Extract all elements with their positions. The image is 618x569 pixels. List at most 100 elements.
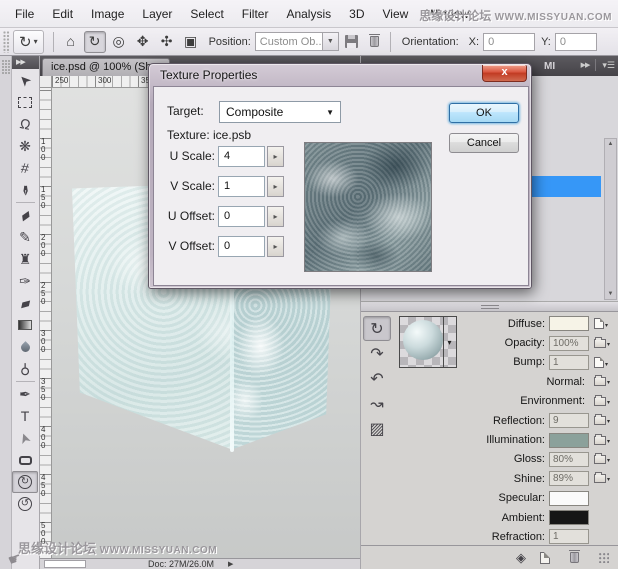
material-row: Opacity: 100% ▾ xyxy=(397,333,613,352)
rotate-3d-object-button[interactable]: ↻ xyxy=(83,30,106,53)
folder-icon[interactable] xyxy=(594,452,606,464)
roll-material-tool[interactable]: ↷ xyxy=(363,341,391,366)
menu-item-view[interactable]: View xyxy=(373,7,417,21)
uoffset-input[interactable]: 0 xyxy=(218,205,265,227)
brush-tool[interactable]: ✎ xyxy=(12,226,38,248)
blur-tool[interactable] xyxy=(12,336,38,358)
folder-icon[interactable] xyxy=(594,433,606,445)
tool-palette: ▶▶ ➤ Ω ❋ # ✒ ▰ ✎ ♜ ✑ ▰ ⚲ ✒ T ➤ ↻ ↺ xyxy=(12,56,40,569)
new-item-icon[interactable] xyxy=(540,551,550,564)
material-value-field[interactable]: 9 xyxy=(549,413,589,429)
uscale-input[interactable]: 4 xyxy=(218,145,265,167)
scroll-up-icon[interactable]: ▲ xyxy=(608,141,614,147)
menu-item-image[interactable]: Image xyxy=(82,7,133,21)
pan-3d-object-button[interactable]: ✥ xyxy=(132,31,154,53)
divider xyxy=(595,59,597,71)
position-dropdown[interactable]: Custom Ob... ▼ xyxy=(254,32,339,51)
options-bar-grip[interactable] xyxy=(3,30,10,53)
menu-item-select[interactable]: Select xyxy=(181,7,232,21)
folder-icon[interactable] xyxy=(594,336,606,348)
type-tool[interactable]: T xyxy=(12,405,38,427)
save-position-icon[interactable] xyxy=(344,35,358,48)
delete-icon[interactable] xyxy=(569,550,580,563)
folder-icon[interactable] xyxy=(594,414,606,426)
vscale-input[interactable]: 1 xyxy=(218,175,265,197)
y-input[interactable]: 0 xyxy=(554,32,597,51)
panel-divider[interactable] xyxy=(361,302,618,312)
texture-icon[interactable] xyxy=(594,356,604,368)
ok-button[interactable]: OK xyxy=(449,103,519,123)
toggle-3d-extras-icon[interactable]: ◈ xyxy=(516,550,526,566)
dodge-tool[interactable]: ⚲ xyxy=(12,358,38,380)
cancel-button[interactable]: Cancel xyxy=(449,133,519,153)
material-value-field[interactable]: 1 xyxy=(549,529,589,545)
folder-icon[interactable] xyxy=(594,472,606,484)
menu-item-window[interactable]: Window xyxy=(417,7,478,21)
close-icon[interactable]: x xyxy=(482,65,527,82)
fill-material-tool[interactable]: ▨ xyxy=(363,416,391,441)
uoffset-stepper[interactable]: ▸ xyxy=(267,205,284,227)
lasso-tool[interactable]: Ω xyxy=(12,113,38,135)
voffset-stepper[interactable]: ▸ xyxy=(267,235,284,257)
panel-tab[interactable]: MI xyxy=(544,61,555,72)
rotate-material-tool[interactable]: ↻ xyxy=(363,316,391,341)
drag-material-tool[interactable]: ↶ xyxy=(363,366,391,391)
material-value-field[interactable]: 1 xyxy=(549,354,589,370)
material-row: Illumination: ▾ xyxy=(397,430,613,449)
folder-icon[interactable] xyxy=(594,375,606,387)
folder-icon[interactable] xyxy=(594,394,606,406)
voffset-input[interactable]: 0 xyxy=(218,235,265,257)
material-color-swatch[interactable] xyxy=(549,510,589,526)
eraser-tool[interactable]: ▰ xyxy=(12,292,38,314)
pen-tool[interactable]: ✒ xyxy=(12,383,38,405)
crop-tool[interactable]: # xyxy=(12,157,38,179)
menu-item-edit[interactable]: Edit xyxy=(43,7,82,21)
x-input[interactable]: 0 xyxy=(483,32,536,51)
scroll-down-icon[interactable]: ▼ xyxy=(608,291,614,297)
menu-item-filter[interactable]: Filter xyxy=(233,7,278,21)
marquee-tool[interactable] xyxy=(12,91,38,113)
material-value-field[interactable]: 100% xyxy=(549,335,589,351)
resize-grip[interactable] xyxy=(599,552,609,563)
clone-stamp-tool[interactable]: ♜ xyxy=(12,248,38,270)
collapse-panels-button[interactable]: ▶▶ xyxy=(581,61,591,69)
menu-item-file[interactable]: File xyxy=(6,7,43,21)
material-color-swatch[interactable] xyxy=(549,316,589,332)
eyedropper-tool[interactable]: ✒ xyxy=(12,179,38,201)
chevron-down-icon[interactable]: ▼ xyxy=(321,33,338,50)
3d-rotate-tool[interactable]: ↻ xyxy=(12,471,38,493)
chevron-down-icon: ▼ xyxy=(326,107,334,117)
material-property-label: Reflection: xyxy=(493,414,545,427)
panel-menu-button[interactable]: ▾☰ xyxy=(602,60,615,71)
slide-3d-object-button[interactable]: ✣ xyxy=(156,31,178,53)
move-tool[interactable]: ➤ xyxy=(12,69,38,91)
material-color-swatch[interactable] xyxy=(549,432,589,448)
target-dropdown[interactable]: Composite ▼ xyxy=(219,101,341,123)
status-menu-arrow-icon[interactable]: ▶ xyxy=(228,560,233,568)
3d-camera-rotate-tool[interactable]: ↺ xyxy=(12,493,38,515)
menu-item-layer[interactable]: Layer xyxy=(133,7,181,21)
collapse-toolbar-button[interactable]: ▶▶ xyxy=(12,56,39,69)
menu-item-3d[interactable]: 3D xyxy=(340,7,373,21)
material-value-field[interactable]: 80% xyxy=(549,451,589,467)
return-to-initial-position-button[interactable]: ⌂ xyxy=(60,30,82,52)
delete-position-icon[interactable] xyxy=(368,34,380,47)
texture-icon[interactable] xyxy=(594,318,604,330)
roll-3d-object-button[interactable]: ◎ xyxy=(108,31,130,53)
history-brush-tool[interactable]: ✑ xyxy=(12,270,38,292)
slide-material-tool[interactable]: ↝ xyxy=(363,391,391,416)
healing-brush-tool[interactable]: ▰ xyxy=(12,204,38,226)
path-selection-tool[interactable]: ➤ xyxy=(12,427,38,449)
vscale-stepper[interactable]: ▸ xyxy=(267,175,284,197)
menu-item-analysis[interactable]: Analysis xyxy=(277,7,340,21)
quick-selection-tool[interactable]: ❋ xyxy=(12,135,38,157)
uscale-stepper[interactable]: ▸ xyxy=(267,145,284,167)
scale-3d-object-button[interactable]: ▣ xyxy=(180,31,202,53)
list-scrollbar[interactable]: ▲ ▼ xyxy=(604,138,617,300)
material-value-field[interactable]: 89% xyxy=(549,471,589,487)
active-tool-preview[interactable]: ↻ ▾ xyxy=(13,29,44,54)
shape-tool[interactable] xyxy=(12,449,38,471)
gradient-tool[interactable] xyxy=(12,314,38,336)
zoom-field[interactable] xyxy=(44,560,86,568)
material-color-swatch[interactable] xyxy=(549,490,589,506)
